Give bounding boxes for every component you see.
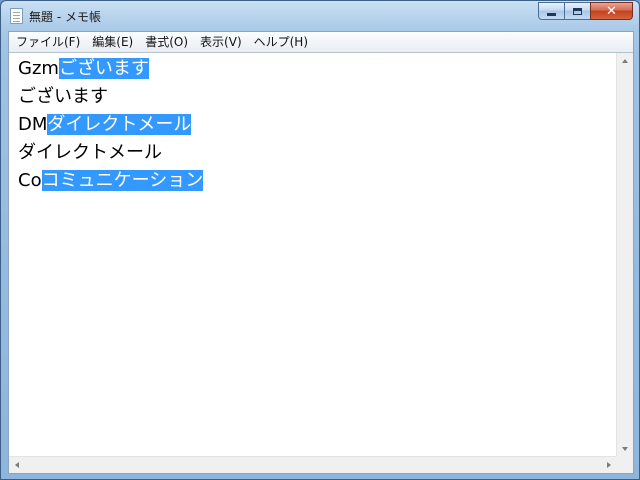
line-text: ダイレクトメール <box>18 142 162 163</box>
menu-file[interactable]: ファイル(F) <box>9 33 86 51</box>
text-editor[interactable]: Gzmございます ございます DMダイレクトメール ダイレクトメール Coコミュ… <box>9 53 617 457</box>
line-text: ございます <box>18 86 108 107</box>
menu-help[interactable]: ヘルプ(H) <box>248 33 314 51</box>
scrollbar-corner <box>616 456 633 473</box>
editor-content[interactable]: Gzmございます ございます DMダイレクトメール ダイレクトメール Coコミュ… <box>18 55 204 195</box>
line-text: Gzm <box>18 58 59 79</box>
maximize-icon <box>573 7 582 15</box>
maximize-button[interactable] <box>564 2 590 20</box>
menu-view[interactable]: 表示(V) <box>194 33 248 51</box>
close-button[interactable]: ✕ <box>590 2 633 20</box>
menu-bar: ファイル(F) 編集(E) 書式(O) 表示(V) ヘルプ(H) <box>9 32 633 53</box>
text-line: Coコミュニケーション <box>18 167 204 195</box>
selected-text: コミュニケーション <box>41 170 204 191</box>
text-line: ございます <box>18 83 203 111</box>
horizontal-scrollbar[interactable] <box>9 456 617 473</box>
scroll-left-icon[interactable] <box>15 462 19 468</box>
scroll-up-icon[interactable] <box>622 59 628 63</box>
minimize-button[interactable] <box>538 2 564 20</box>
close-icon: ✕ <box>606 3 617 19</box>
scroll-down-icon[interactable] <box>622 447 628 451</box>
vertical-scrollbar[interactable] <box>616 53 633 457</box>
minimize-icon <box>547 12 556 16</box>
selected-text: ダイレクトメール <box>47 114 192 135</box>
title-bar[interactable]: 無題 - メモ帳 ✕ <box>1 1 639 31</box>
caption-buttons: ✕ <box>538 2 633 22</box>
text-line: DMダイレクトメール <box>18 111 203 139</box>
line-text: Co <box>18 170 42 191</box>
line-text: DM <box>18 114 48 135</box>
menu-edit[interactable]: 編集(E) <box>86 33 139 51</box>
notepad-app-icon[interactable] <box>10 8 23 24</box>
window-title: 無題 - メモ帳 <box>29 10 101 24</box>
notepad-window: 無題 - メモ帳 ✕ ファイル(F) 編集(E) 書式(O) 表示(V) ヘルプ… <box>0 0 640 480</box>
text-line: ダイレクトメール <box>18 139 203 167</box>
text-line: Gzmございます <box>18 55 203 83</box>
menu-format[interactable]: 書式(O) <box>139 33 194 51</box>
selected-text: ございます <box>58 58 149 79</box>
scroll-right-icon[interactable] <box>607 462 611 468</box>
client-area: ファイル(F) 編集(E) 書式(O) 表示(V) ヘルプ(H) Gzmございま… <box>8 31 634 474</box>
